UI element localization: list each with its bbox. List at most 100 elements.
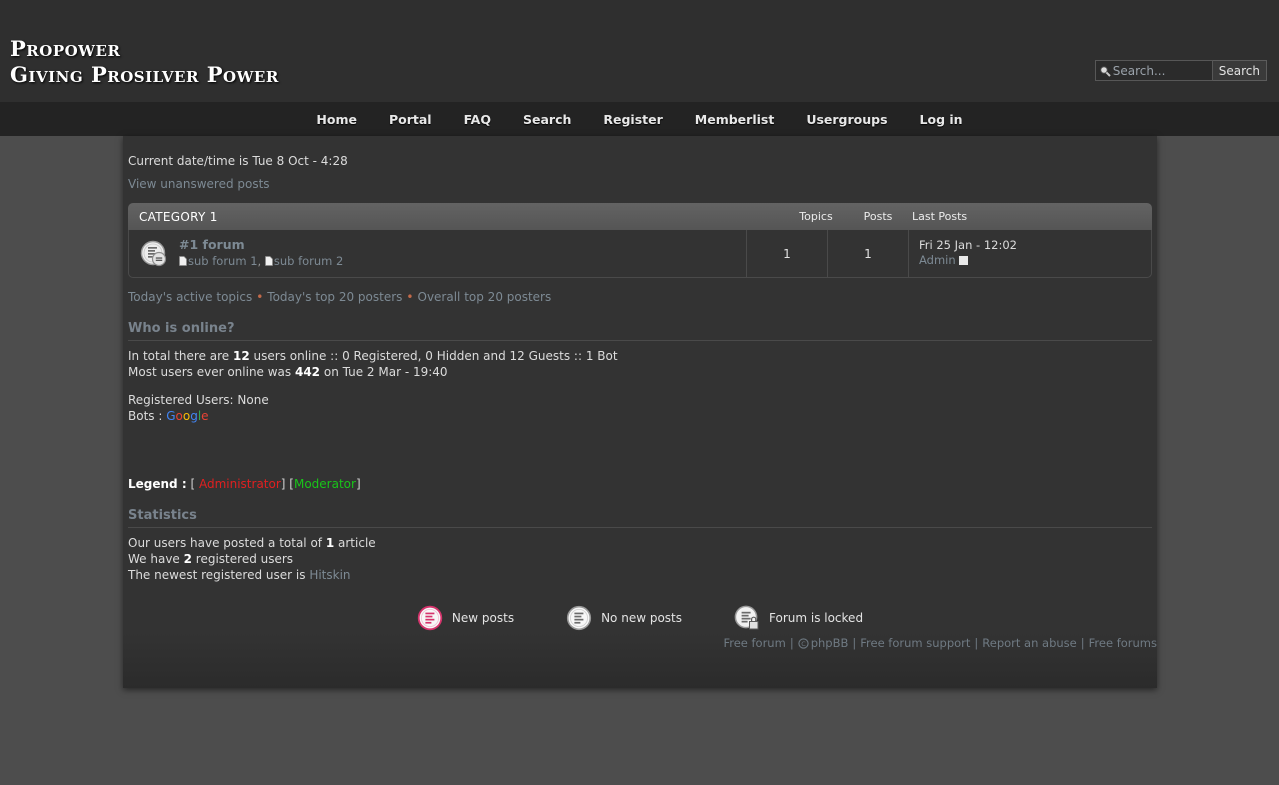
forum-posts-count: 1 xyxy=(828,230,909,277)
no-new-posts-icon xyxy=(566,605,592,631)
content-wrap: Current date/time is Tue 8 Oct - 4:28 Vi… xyxy=(123,136,1157,688)
search-icon xyxy=(1099,65,1111,77)
stats-users-prefix: We have xyxy=(128,552,184,566)
role-legend: Legend : [ Administrator] [Moderator] xyxy=(128,477,1152,491)
category-title: CATEGORY 1 xyxy=(139,209,218,224)
nav-item-memberlist[interactable]: Memberlist xyxy=(695,112,775,127)
copyright-icon: C xyxy=(798,638,809,649)
site-header: Propower Giving Prosilver Power Search xyxy=(0,0,1279,102)
current-datetime: Current date/time is Tue 8 Oct - 4:28 xyxy=(128,154,348,168)
last-post-author-link[interactable]: Admin xyxy=(919,253,956,267)
stats-total-suffix: article xyxy=(334,536,376,550)
stats-total-count: 1 xyxy=(325,536,335,550)
quicklink-todays-top-20-posters[interactable]: Today's top 20 posters xyxy=(267,290,402,304)
forum-no-new-posts-icon xyxy=(140,240,167,266)
registered-users-line: Registered Users: None xyxy=(128,393,269,407)
page-root: Propower Giving Prosilver Power Search H… xyxy=(0,0,1279,785)
quicklink-todays-active-topics[interactable]: Today's active topics xyxy=(128,290,252,304)
online-record-suffix: on Tue 2 Mar - 19:40 xyxy=(320,365,448,379)
site-logo: Propower Giving Prosilver Power xyxy=(10,36,279,88)
online-record-line: Most users ever online was 442 on Tue 2 … xyxy=(128,364,1152,380)
who-is-online-body: In total there are 12 users online :: 0 … xyxy=(128,348,1152,424)
stats-users-line: We have 2 registered users xyxy=(128,551,1152,567)
footer-separator-4: | xyxy=(1080,636,1085,650)
quicklinks-row: Today's active topics • Today's top 20 pos… xyxy=(128,290,1152,304)
bot-letter: e xyxy=(201,409,209,423)
online-total-suffix: users online :: 0 Registered, 0 Hidden a… xyxy=(249,349,618,363)
subforum-page-icon-2 xyxy=(264,256,273,266)
goto-last-post-icon[interactable] xyxy=(958,256,968,265)
footer-separator-2: | xyxy=(852,636,857,650)
column-header-last-posts: Last Posts xyxy=(912,210,968,223)
nav-item-register[interactable]: Register xyxy=(603,112,662,127)
search-input[interactable] xyxy=(1112,63,1209,78)
nav-item-search[interactable]: Search xyxy=(523,112,571,127)
footer-link-phpbb[interactable]: phpBB xyxy=(811,636,849,650)
post-status-legend: New posts No new posts Forum is locked xyxy=(128,605,1152,631)
online-total-line: In total there are 12 users online :: 0 … xyxy=(128,348,1152,364)
legend-open-bracket-1: [ xyxy=(190,477,196,491)
legend-no-new-posts-label: No new posts xyxy=(601,611,682,625)
footer-separator-1: | xyxy=(789,636,794,650)
column-header-topics: Topics xyxy=(799,210,833,223)
legend-new-posts-label: New posts xyxy=(451,611,515,625)
nav-item-home[interactable]: Home xyxy=(316,112,357,127)
forum-locked-icon xyxy=(734,605,759,630)
stats-users-count: 2 xyxy=(183,552,192,566)
stats-newest-user-line: The newest registered user is Hitskin xyxy=(128,567,1152,583)
search-area: Search xyxy=(1094,60,1267,81)
content-inner: Current date/time is Tue 8 Oct - 4:28 Vi… xyxy=(123,136,1157,631)
quicklink-bullet-2: • xyxy=(406,290,414,304)
newest-user-link[interactable]: Hitskin xyxy=(309,568,350,582)
statistics-title: Statistics xyxy=(128,508,197,523)
stats-newest-prefix: The newest registered user is xyxy=(128,568,310,582)
nav-item-portal[interactable]: Portal xyxy=(389,112,432,127)
subforum-list: sub forum 1, sub forum 2 xyxy=(179,254,746,268)
footer-link-free-forum[interactable]: Free forum xyxy=(723,636,785,650)
subforum-page-icon xyxy=(179,256,187,266)
who-is-online-title: Who is online? xyxy=(128,321,235,336)
subforum-link-2[interactable]: sub forum 2 xyxy=(274,254,344,268)
footer-link-free-forums[interactable]: Free forums xyxy=(1089,636,1157,650)
quicklink-overall-top-20-posters[interactable]: Overall top 20 posters xyxy=(418,290,552,304)
quicklink-bullet-1: • xyxy=(256,290,264,304)
online-record-count: 442 xyxy=(294,365,321,379)
stats-total-posts-line: Our users have posted a total of 1 artic… xyxy=(128,535,1152,551)
statistics-divider xyxy=(128,527,1152,528)
legend-close-bracket-1: ] xyxy=(280,477,286,491)
footer-link-report-abuse[interactable]: Report an abuse xyxy=(982,636,1076,650)
new-posts-icon xyxy=(417,605,443,631)
column-header-posts: Posts xyxy=(863,210,893,223)
bots-line: Bots : Google xyxy=(128,408,1152,424)
last-post-date: Fri 25 Jan - 12:02 xyxy=(919,238,1017,252)
statistics-body: Our users have posted a total of 1 artic… xyxy=(128,535,1152,583)
forum-link[interactable]: #1 forum xyxy=(179,237,245,252)
svg-text:C: C xyxy=(801,640,806,648)
forum-last-post-cell: Fri 25 Jan - 12:02 Admin xyxy=(909,230,1151,277)
search-button[interactable]: Search xyxy=(1212,60,1267,81)
footer-separator-3: | xyxy=(974,636,979,650)
last-post-author-row: Admin xyxy=(919,253,1151,268)
nav-item-usergroups[interactable]: Usergroups xyxy=(806,112,887,127)
subforum-link-1[interactable]: sub forum 1 xyxy=(188,254,258,268)
nav-item-login[interactable]: Log in xyxy=(920,112,963,127)
search-box[interactable] xyxy=(1094,60,1213,81)
forum-category-block: CATEGORY 1 Topics Posts Last Posts #1 fo… xyxy=(128,203,1152,278)
stats-total-prefix: Our users have posted a total of xyxy=(128,536,326,550)
legend-forum-locked: Forum is locked xyxy=(734,605,863,631)
subforum-separator: , xyxy=(257,254,265,268)
legend-label: Legend : xyxy=(128,477,187,491)
bot-name-google[interactable]: Google xyxy=(166,409,208,423)
view-unanswered-posts-link[interactable]: View unanswered posts xyxy=(128,177,270,191)
footer-link-free-forum-support[interactable]: Free forum support xyxy=(860,636,970,650)
logo-line-1: Propower xyxy=(10,36,121,61)
main-navigation: Home Portal FAQ Search Register Memberli… xyxy=(0,102,1279,136)
legend-administrator: Administrator xyxy=(198,477,281,491)
forum-status-cell xyxy=(129,230,179,277)
stats-users-suffix: registered users xyxy=(191,552,294,566)
online-record-prefix: Most users ever online was xyxy=(128,365,295,379)
nav-item-faq[interactable]: FAQ xyxy=(464,112,491,127)
who-is-online-divider xyxy=(128,340,1152,341)
online-total-prefix: In total there are xyxy=(128,349,233,363)
